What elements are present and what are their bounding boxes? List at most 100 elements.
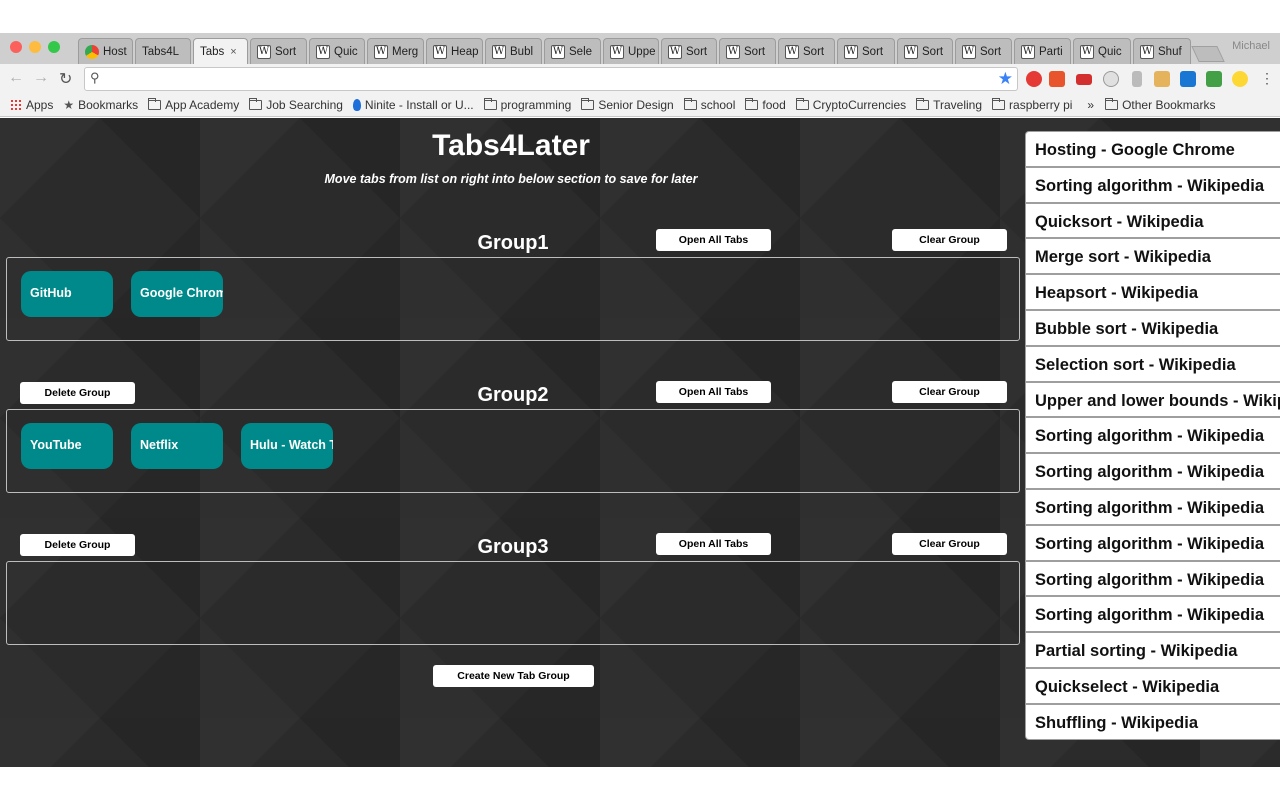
bookmark-item[interactable]: programming: [479, 98, 577, 112]
extension-icon[interactable]: [1103, 71, 1119, 87]
clear-group-button[interactable]: Clear Group: [892, 533, 1007, 555]
group-title: Group2: [477, 384, 549, 406]
open-all-tabs-button[interactable]: Open All Tabs: [656, 533, 771, 555]
open-tab-item[interactable]: Sorting algorithm - Wikipedia: [1025, 417, 1280, 454]
browser-tab[interactable]: W Sort: [897, 38, 953, 64]
menu-kebab-icon[interactable]: ⋮: [1260, 70, 1274, 87]
browser-tab[interactable]: W Shuf: [1133, 38, 1191, 64]
todoist-extension-icon[interactable]: [1049, 71, 1065, 87]
other-bookmarks[interactable]: Other Bookmarks: [1100, 98, 1220, 112]
extension-icon[interactable]: [1132, 71, 1142, 87]
group-drop-area[interactable]: [6, 561, 1020, 645]
open-tab-item[interactable]: Selection sort - Wikipedia: [1025, 345, 1280, 382]
browser-tab[interactable]: Tabs ×: [193, 38, 248, 64]
bookmarks-overflow-button[interactable]: »: [1081, 98, 1100, 112]
open-tab-item[interactable]: Sorting algorithm - Wikipedia: [1025, 596, 1280, 633]
wikipedia-icon: W: [726, 44, 740, 59]
bookmark-item[interactable]: App Academy: [143, 98, 244, 112]
avatar-extension-icon[interactable]: [1154, 71, 1170, 87]
bookmark-item[interactable]: school: [679, 98, 741, 112]
browser-tab[interactable]: Tabs4L: [135, 38, 191, 64]
browser-tab[interactable]: W Merg: [367, 38, 424, 64]
bookmark-item[interactable]: Apps: [5, 98, 58, 112]
saved-tab-card[interactable]: Netflix: [131, 423, 223, 469]
extension-icon[interactable]: [1206, 71, 1222, 87]
open-tab-item[interactable]: Sorting algorithm - Wikipedia: [1025, 560, 1280, 597]
open-tab-item[interactable]: Sorting algorithm - Wikipedia: [1025, 524, 1280, 561]
open-tab-item[interactable]: Sorting algorithm - Wikipedia: [1025, 488, 1280, 525]
open-tab-item[interactable]: Heapsort - Wikipedia: [1025, 274, 1280, 310]
browser-tab-label: Sele: [569, 45, 593, 58]
bookmark-item[interactable]: raspberry pi: [987, 98, 1077, 112]
ninite-icon: [352, 99, 361, 111]
browser-tab[interactable]: W Sort: [661, 38, 717, 64]
close-window-button[interactable]: [10, 41, 22, 53]
back-arrow-icon[interactable]: ←: [8, 69, 24, 87]
extension-icon[interactable]: [1232, 71, 1248, 87]
open-tab-item[interactable]: Partial sorting - Wikipedia: [1025, 632, 1280, 668]
open-all-tabs-button[interactable]: Open All Tabs: [656, 229, 771, 251]
forward-arrow-icon[interactable]: →: [33, 69, 49, 87]
address-bar[interactable]: ⚲ ★: [84, 67, 1018, 91]
zoom-window-button[interactable]: [48, 41, 60, 53]
bookmark-item[interactable]: CryptoCurrencies: [791, 98, 911, 112]
browser-tab[interactable]: W Uppe: [603, 38, 659, 64]
bookmarks-bar: Apps ★ Bookmarks App Academy Job Searching Ni…: [0, 94, 1280, 117]
create-tab-group-button[interactable]: Create New Tab Group: [433, 665, 594, 687]
browser-tab[interactable]: W Quic: [309, 38, 365, 64]
open-tab-item[interactable]: Sorting algorithm - Wikipedia: [1025, 166, 1280, 203]
minimize-window-button[interactable]: [29, 41, 41, 53]
browser-tab[interactable]: W Parti: [1014, 38, 1071, 64]
browser-tab[interactable]: W Sort: [778, 38, 835, 64]
clear-group-button[interactable]: Clear Group: [892, 381, 1007, 403]
browser-tab[interactable]: W Sele: [544, 38, 601, 64]
browser-tab[interactable]: W Sort: [837, 38, 895, 64]
close-tab-icon[interactable]: ×: [230, 46, 236, 58]
browser-tab[interactable]: Host: [78, 38, 133, 64]
folder-icon: [683, 98, 697, 110]
group-title: Group1: [477, 232, 549, 254]
bookmark-item[interactable]: ★ Bookmarks: [58, 98, 143, 112]
open-tab-item[interactable]: Sorting algorithm - Wikipedia: [1025, 453, 1280, 489]
open-tab-item[interactable]: Bubble sort - Wikipedia: [1025, 309, 1280, 346]
open-tab-item[interactable]: Hosting - Google Chrome: [1025, 131, 1280, 167]
youtube-extension-icon[interactable]: [1076, 74, 1092, 85]
group-drop-area[interactable]: YouTube Netflix Hulu - Watch TV: [6, 409, 1020, 493]
bookmark-item[interactable]: Traveling: [911, 98, 987, 112]
bookmark-label: Apps: [26, 98, 54, 112]
open-tab-item[interactable]: Quickselect - Wikipedia: [1025, 667, 1280, 704]
saved-tab-card[interactable]: Hulu - Watch TV: [241, 423, 333, 469]
browser-tab[interactable]: W Sort: [250, 38, 307, 64]
browser-tab-label: Sort: [686, 45, 708, 58]
browser-tab[interactable]: W Quic: [1073, 38, 1131, 64]
browser-tab[interactable]: W Heap: [426, 38, 483, 64]
bookmark-item[interactable]: Job Searching: [244, 98, 348, 112]
browser-tab-label: Quic: [334, 45, 358, 58]
open-tab-item[interactable]: Quicksort - Wikipedia: [1025, 202, 1280, 239]
bookmark-item[interactable]: Senior Design: [576, 98, 678, 112]
reload-icon[interactable]: ↻: [59, 69, 72, 89]
bookmark-star-icon[interactable]: ★: [998, 69, 1013, 89]
browser-tab[interactable]: W Sort: [719, 38, 776, 64]
open-tab-item[interactable]: Shuffling - Wikipedia: [1025, 703, 1280, 740]
delete-group-button[interactable]: Delete Group: [20, 382, 135, 404]
bookmark-item[interactable]: Ninite - Install or U...: [348, 98, 479, 112]
open-all-tabs-button[interactable]: Open All Tabs: [656, 381, 771, 403]
browser-tab[interactable]: W Bubl: [485, 38, 542, 64]
group-drop-area[interactable]: GitHub Google Chrome: [6, 257, 1020, 341]
profile-name[interactable]: Michael: [1232, 40, 1270, 52]
browser-tab[interactable]: W Sort: [955, 38, 1012, 64]
wikipedia-icon: W: [257, 44, 271, 59]
open-tab-item[interactable]: Upper and lower bounds - Wikipedia: [1025, 381, 1280, 418]
saved-tab-card[interactable]: YouTube: [21, 423, 113, 469]
saved-tab-card[interactable]: GitHub: [21, 271, 113, 317]
bookmark-item[interactable]: food: [740, 98, 790, 112]
extension-icon[interactable]: [1180, 71, 1196, 87]
opera-extension-icon[interactable]: [1026, 71, 1042, 87]
delete-group-button[interactable]: Delete Group: [20, 534, 135, 556]
wikipedia-icon: W: [904, 44, 918, 59]
saved-tab-card[interactable]: Google Chrome: [131, 271, 223, 317]
bookmark-label: Job Searching: [266, 98, 343, 112]
open-tab-item[interactable]: Merge sort - Wikipedia: [1025, 238, 1280, 275]
clear-group-button[interactable]: Clear Group: [892, 229, 1007, 251]
